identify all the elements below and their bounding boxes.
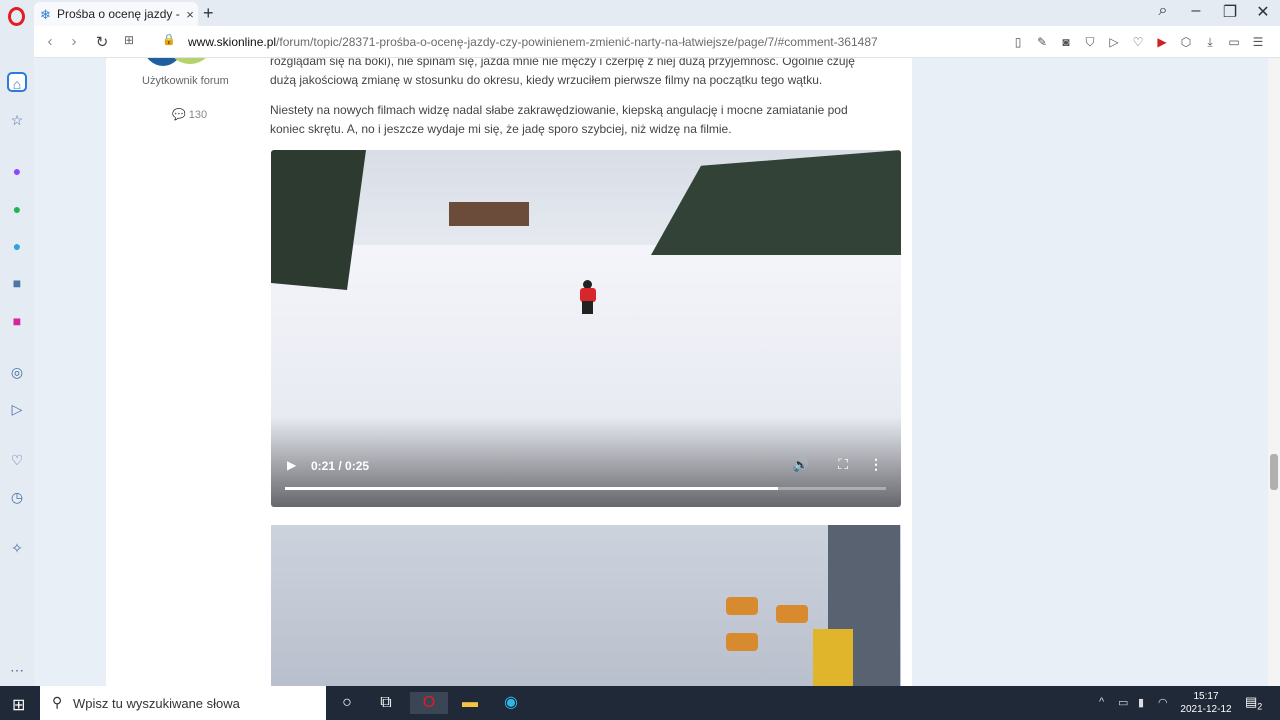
telegram-icon[interactable]: ●	[7, 236, 27, 256]
player-icon[interactable]: ◎	[7, 362, 27, 382]
url-field[interactable]: www.skionline.pl/forum/topic/28371-prośb…	[188, 35, 878, 49]
video-frame-lodge	[449, 202, 529, 226]
snowflake-icon: ❄	[40, 6, 51, 22]
clock-date: 2021-12-12	[1180, 704, 1232, 715]
post-count: 💬 130	[172, 108, 207, 121]
lock-icon[interactable]: 🔒	[159, 33, 179, 46]
menu-icon[interactable]: ☰	[1250, 34, 1266, 50]
file-explorer-icon[interactable]: ▬	[458, 692, 482, 714]
messenger-icon[interactable]: ●	[7, 161, 27, 181]
opera-taskbar-icon[interactable]: O	[410, 692, 448, 714]
fullscreen-icon[interactable]: ⛶	[838, 456, 848, 473]
play-icon[interactable]: ▶	[287, 458, 296, 472]
video-progress-fill	[285, 487, 778, 490]
chairlift-seat	[776, 605, 808, 623]
edit-icon[interactable]: ✎	[1034, 34, 1050, 50]
home-icon[interactable]: ⌂	[7, 72, 27, 92]
volume-icon[interactable]: 🔊	[793, 457, 809, 473]
cube-icon[interactable]: ⬡	[1178, 34, 1194, 50]
post-text-line: dużą jakościową zmianę w stosunku do okr…	[270, 73, 823, 87]
wifi-icon[interactable]: ◠	[1158, 696, 1168, 709]
chairlift-seat	[726, 597, 758, 615]
bulb-icon[interactable]: ✧	[7, 538, 27, 558]
battery-icon[interactable]: ▭	[1226, 34, 1242, 50]
history-icon[interactable]: ◷	[7, 487, 27, 507]
taskbar: ⊞ ⚲ Wpisz tu wyszukiwane słowa ○ ⧉ O ▬ ◉…	[0, 686, 1280, 720]
tab-active[interactable]: ❄ Prośba o ocenę jazdy - czy ×	[34, 2, 198, 26]
search-icon[interactable]: ⌕	[1151, 2, 1175, 20]
star-icon[interactable]: ☆	[7, 110, 27, 130]
search-icon: ⚲	[52, 694, 63, 710]
download-icon[interactable]: ⤓	[1202, 34, 1218, 50]
cortana-icon[interactable]: ○	[335, 692, 359, 714]
taskbar-search[interactable]: ⚲ Wpisz tu wyszukiwane słowa	[40, 686, 326, 720]
video-progress-bar[interactable]	[285, 487, 886, 490]
new-tab-button[interactable]: +	[203, 3, 214, 24]
close-tab-icon[interactable]: ×	[182, 7, 198, 22]
sidebar: ⌂ ☆ ● ● ● ■ ■ ◎ ▷ ♡ ◷ ✧ ⋯	[0, 26, 34, 686]
edge-icon[interactable]: ◉	[499, 692, 523, 714]
whatsapp-icon[interactable]: ●	[7, 199, 27, 219]
tray-chevron-icon[interactable]: ^	[1099, 696, 1104, 708]
chairlift-seat	[726, 633, 758, 651]
post-text-line: Niestety na nowych filmach widzę nadal s…	[270, 103, 848, 117]
youtube-icon[interactable]: ▶	[1154, 34, 1170, 50]
post-paragraph-1: rozglądam się na boki), nie spinam się, …	[270, 58, 890, 90]
system-clock[interactable]: 15:17 2021-12-12	[1178, 690, 1234, 716]
address-bar: ‹ › ↻ ⊞ 🔒 www.skionline.pl/forum/topic/2…	[34, 26, 1280, 58]
snow-cannon	[813, 629, 853, 686]
camera-icon[interactable]: ◙	[1058, 34, 1074, 50]
restore-icon[interactable]: ❐	[1218, 2, 1242, 22]
tab-bar: ❄ Prośba o ocenę jazdy - czy × + ⌕ – ❐ ✕	[0, 0, 1280, 26]
more-options-icon[interactable]: ⋮	[869, 456, 883, 473]
post-count-value: 130	[188, 109, 208, 121]
post-text-line: rozglądam się na boki), nie spinam się, …	[270, 58, 855, 68]
skier-figure	[579, 280, 597, 314]
send-icon[interactable]: ▷	[1106, 34, 1122, 50]
task-view-icon[interactable]: ⧉	[374, 692, 398, 714]
close-window-icon[interactable]: ✕	[1251, 2, 1275, 22]
battery-tray-icon[interactable]: ▮	[1138, 696, 1144, 709]
url-path: /forum/topic/28371-prośba-o-ocenę-jazdy-…	[276, 35, 878, 49]
forum-post: Użytkownik forum 💬 130 rozglądam się na …	[106, 58, 912, 686]
clock-time: 15:17	[1193, 691, 1219, 702]
windows-start-icon[interactable]: ⊞	[12, 695, 25, 715]
more-icon[interactable]: ⋯	[7, 660, 27, 680]
tabs-grid-icon[interactable]: ⊞	[119, 33, 139, 47]
tab-title: Prośba o ocenę jazdy - czy	[57, 7, 182, 21]
post-text-line: koniec skrętu. A, no i jeszcze wydaje mi…	[270, 122, 732, 136]
notifications-icon[interactable]: ▤2	[1245, 694, 1262, 712]
user-role: Użytkownik forum	[142, 75, 229, 87]
video-player-2[interactable]	[271, 525, 901, 686]
vk-icon[interactable]: ■	[7, 273, 27, 293]
comment-icon: 💬	[172, 109, 186, 121]
shield-icon[interactable]: ⛉	[1082, 34, 1098, 50]
url-domain: www.skionline.pl	[188, 35, 277, 49]
notification-count: 2	[1257, 701, 1263, 712]
reader-icon[interactable]: ▯	[1010, 34, 1026, 50]
opera-logo-icon[interactable]	[8, 7, 25, 26]
video-time: 0:21 / 0:25	[311, 459, 370, 473]
page-viewport: Użytkownik forum 💬 130 rozglądam się na …	[34, 58, 1268, 686]
page-scrollbar[interactable]	[1268, 58, 1280, 686]
heart-icon[interactable]: ♡	[1130, 34, 1146, 50]
video-controls: ▶ 0:21 / 0:25 🔊 ⛶ ⋮	[271, 455, 901, 479]
tray-meet-icon[interactable]: ▭	[1118, 696, 1128, 709]
minimize-icon[interactable]: –	[1184, 2, 1208, 20]
post-paragraph-2: Niestety na nowych filmach widzę nadal s…	[270, 101, 890, 139]
reload-icon[interactable]: ↻	[92, 33, 112, 51]
heart-sidebar-icon[interactable]: ♡	[7, 450, 27, 470]
instagram-icon[interactable]: ■	[7, 311, 27, 331]
search-placeholder: Wpisz tu wyszukiwane słowa	[73, 696, 240, 711]
scrollbar-thumb[interactable]	[1270, 454, 1278, 490]
send-sidebar-icon[interactable]: ▷	[7, 399, 27, 419]
toolbar-icons: ▯ ✎ ◙ ⛉ ▷ ♡ ▶ ⬡ ⤓ ▭ ☰	[1010, 34, 1266, 50]
video-player[interactable]: ▶ 0:21 / 0:25 🔊 ⛶ ⋮	[271, 150, 901, 507]
back-icon[interactable]: ‹	[40, 33, 60, 50]
forward-icon[interactable]: ›	[64, 33, 84, 50]
